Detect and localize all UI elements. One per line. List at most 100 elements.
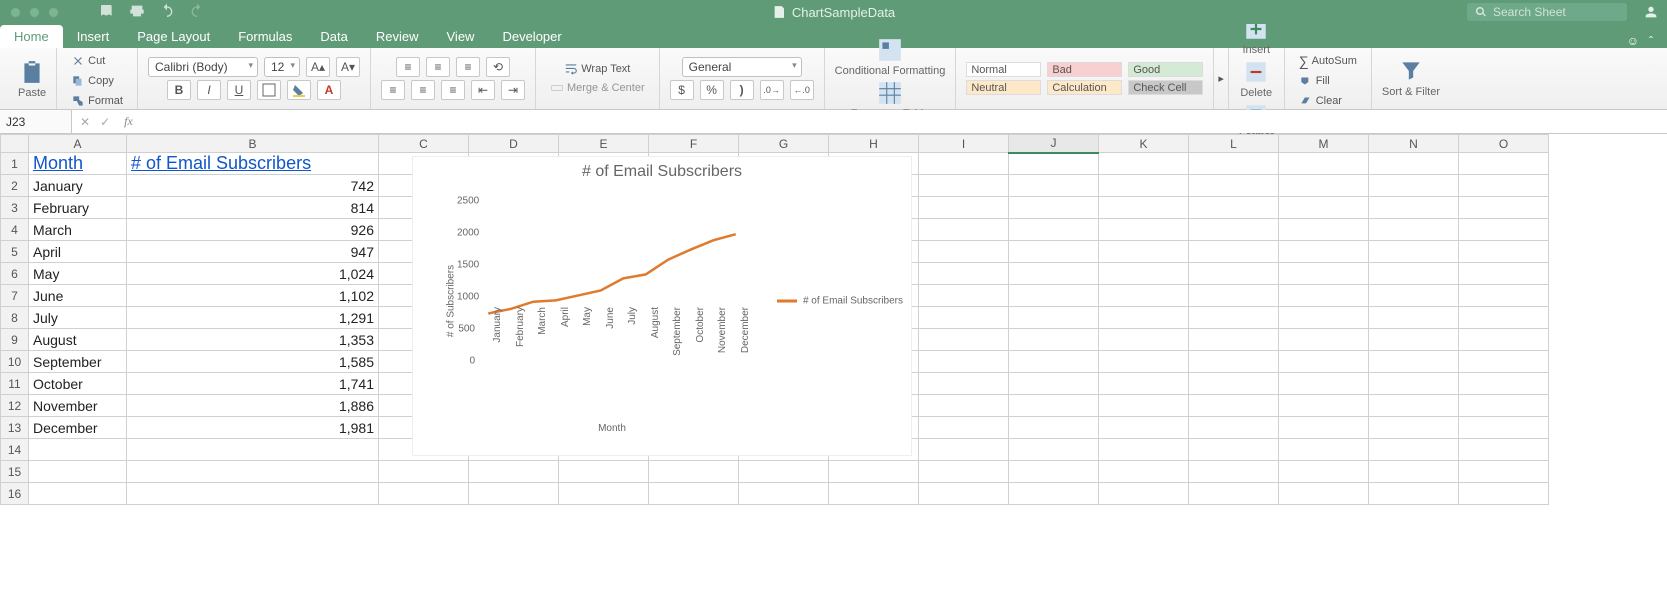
style-neutral[interactable]: Neutral: [966, 80, 1041, 95]
cell-G15[interactable]: [739, 461, 829, 483]
cell-A7[interactable]: June: [29, 285, 127, 307]
cell-A15[interactable]: [29, 461, 127, 483]
cell-B4[interactable]: 926: [127, 219, 379, 241]
row-header-3[interactable]: 3: [1, 197, 29, 219]
row-header-8[interactable]: 8: [1, 307, 29, 329]
cell-A1[interactable]: Month: [29, 153, 127, 175]
cell-O6[interactable]: [1459, 263, 1549, 285]
cell-M8[interactable]: [1279, 307, 1369, 329]
style-check-cell[interactable]: Check Cell: [1128, 80, 1203, 95]
cell-L7[interactable]: [1189, 285, 1279, 307]
align-left-button[interactable]: ≡: [381, 80, 405, 100]
cell-M1[interactable]: [1279, 153, 1369, 175]
cell-I10[interactable]: [919, 351, 1009, 373]
col-header-N[interactable]: N: [1369, 135, 1459, 153]
col-header-B[interactable]: B: [127, 135, 379, 153]
cell-K11[interactable]: [1099, 373, 1189, 395]
merge-center-button[interactable]: Merge & Center: [546, 80, 649, 96]
menu-tab-home[interactable]: Home: [0, 25, 63, 48]
cell-B3[interactable]: 814: [127, 197, 379, 219]
cell-M14[interactable]: [1279, 439, 1369, 461]
cell-K13[interactable]: [1099, 417, 1189, 439]
cell-O1[interactable]: [1459, 153, 1549, 175]
cell-I13[interactable]: [919, 417, 1009, 439]
styles-more[interactable]: ▸: [1214, 48, 1228, 109]
undo-icon[interactable]: [159, 3, 175, 22]
menu-tab-view[interactable]: View: [433, 25, 489, 48]
row-header-12[interactable]: 12: [1, 395, 29, 417]
cell-L14[interactable]: [1189, 439, 1279, 461]
cell-N12[interactable]: [1369, 395, 1459, 417]
col-header-C[interactable]: C: [379, 135, 469, 153]
cell-B1[interactable]: # of Email Subscribers: [127, 153, 379, 175]
cell-B7[interactable]: 1,102: [127, 285, 379, 307]
cell-M16[interactable]: [1279, 483, 1369, 505]
sort-filter-button[interactable]: Sort & Filter: [1382, 58, 1440, 98]
col-header-L[interactable]: L: [1189, 135, 1279, 153]
cell-N8[interactable]: [1369, 307, 1459, 329]
align-bottom-button[interactable]: ≡: [456, 57, 480, 77]
cell-I14[interactable]: [919, 439, 1009, 461]
cell-J6[interactable]: [1009, 263, 1099, 285]
cell-L4[interactable]: [1189, 219, 1279, 241]
cell-I7[interactable]: [919, 285, 1009, 307]
smiley-icon[interactable]: ☺: [1627, 34, 1639, 48]
cell-I6[interactable]: [919, 263, 1009, 285]
cell-O9[interactable]: [1459, 329, 1549, 351]
cell-J10[interactable]: [1009, 351, 1099, 373]
cell-M2[interactable]: [1279, 175, 1369, 197]
cell-J11[interactable]: [1009, 373, 1099, 395]
cell-J9[interactable]: [1009, 329, 1099, 351]
cell-O13[interactable]: [1459, 417, 1549, 439]
cell-J8[interactable]: [1009, 307, 1099, 329]
cell-N15[interactable]: [1369, 461, 1459, 483]
cell-I5[interactable]: [919, 241, 1009, 263]
decrease-decimal-button[interactable]: ←.0: [790, 80, 814, 100]
align-right-button[interactable]: ≡: [441, 80, 465, 100]
col-header-D[interactable]: D: [469, 135, 559, 153]
cell-G16[interactable]: [739, 483, 829, 505]
cell-A11[interactable]: October: [29, 373, 127, 395]
cell-O7[interactable]: [1459, 285, 1549, 307]
cell-O14[interactable]: [1459, 439, 1549, 461]
formula-input[interactable]: [139, 110, 1667, 133]
cell-I11[interactable]: [919, 373, 1009, 395]
number-format-select[interactable]: General: [682, 57, 802, 77]
cell-M11[interactable]: [1279, 373, 1369, 395]
cell-B16[interactable]: [127, 483, 379, 505]
cancel-formula-icon[interactable]: ✕: [80, 115, 90, 129]
cell-B15[interactable]: [127, 461, 379, 483]
share-icon[interactable]: [1643, 4, 1659, 20]
cell-N6[interactable]: [1369, 263, 1459, 285]
row-header-16[interactable]: 16: [1, 483, 29, 505]
clear-button[interactable]: Clear: [1295, 92, 1346, 109]
cell-L1[interactable]: [1189, 153, 1279, 175]
cell-I3[interactable]: [919, 197, 1009, 219]
row-header-2[interactable]: 2: [1, 175, 29, 197]
collapse-ribbon-icon[interactable]: ˆ: [1649, 34, 1653, 48]
cell-I9[interactable]: [919, 329, 1009, 351]
row-header-7[interactable]: 7: [1, 285, 29, 307]
cell-N11[interactable]: [1369, 373, 1459, 395]
format-painter-button[interactable]: Format: [67, 92, 127, 109]
cell-L11[interactable]: [1189, 373, 1279, 395]
close-window-icon[interactable]: [10, 7, 21, 18]
cell-J3[interactable]: [1009, 197, 1099, 219]
menu-tab-review[interactable]: Review: [362, 25, 433, 48]
col-header-F[interactable]: F: [649, 135, 739, 153]
cell-K2[interactable]: [1099, 175, 1189, 197]
cell-K6[interactable]: [1099, 263, 1189, 285]
menu-tab-developer[interactable]: Developer: [488, 25, 575, 48]
cell-H16[interactable]: [829, 483, 919, 505]
cell-L13[interactable]: [1189, 417, 1279, 439]
cell-J14[interactable]: [1009, 439, 1099, 461]
cell-L16[interactable]: [1189, 483, 1279, 505]
row-header-5[interactable]: 5: [1, 241, 29, 263]
cell-O16[interactable]: [1459, 483, 1549, 505]
worksheet-grid[interactable]: ABCDEFGHIJKLMNO 1Month# of Email Subscri…: [0, 134, 1667, 610]
cell-B6[interactable]: 1,024: [127, 263, 379, 285]
cell-O8[interactable]: [1459, 307, 1549, 329]
col-header-E[interactable]: E: [559, 135, 649, 153]
cell-N4[interactable]: [1369, 219, 1459, 241]
col-header-G[interactable]: G: [739, 135, 829, 153]
